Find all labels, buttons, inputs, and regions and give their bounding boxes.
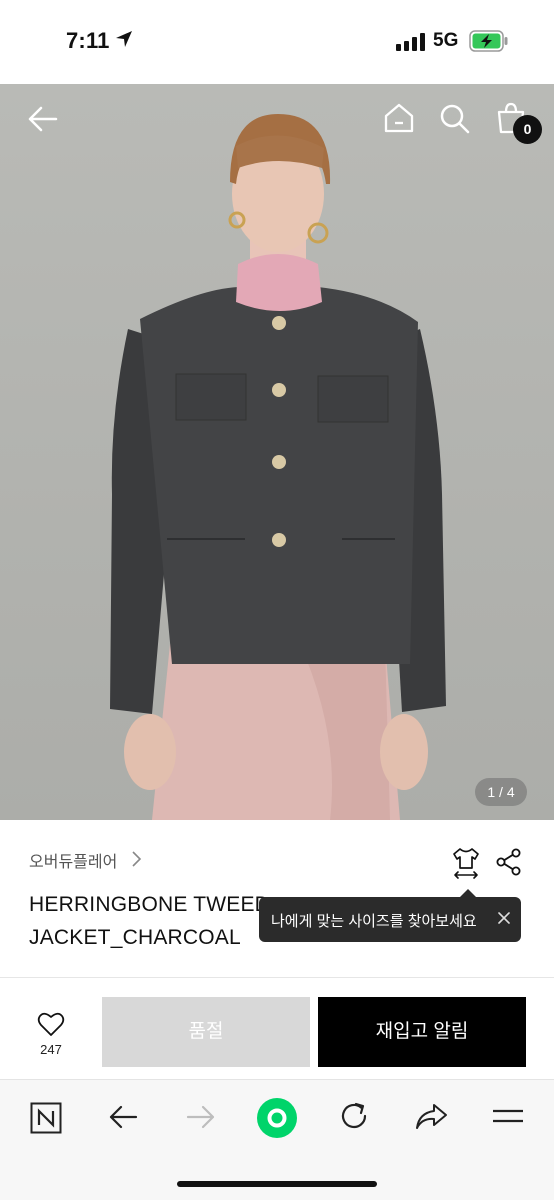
close-icon[interactable] <box>497 911 511 925</box>
product-title: HERRINGBONE TWEED JACKET_CHARCOAL <box>29 888 270 954</box>
tooltip-text: 나에게 맞는 사이즈를 찾아보세요 <box>271 913 477 930</box>
status-bar: 7:11 5G <box>0 0 554 84</box>
heart-icon <box>37 1012 65 1036</box>
product-image[interactable] <box>0 84 554 820</box>
green-dot-icon[interactable] <box>256 1097 298 1139</box>
restock-alert-button[interactable]: 재입고 알림 <box>318 997 526 1067</box>
back-arrow-icon[interactable] <box>26 104 58 134</box>
share-forward-icon[interactable] <box>414 1102 448 1132</box>
size-guide-icon[interactable] <box>451 846 481 880</box>
forward-icon[interactable] <box>186 1103 216 1131</box>
back-icon[interactable] <box>108 1103 138 1131</box>
like-button[interactable]: 247 <box>22 1008 80 1064</box>
signal-icon <box>396 33 425 51</box>
search-icon[interactable] <box>439 103 471 135</box>
soldout-button: 품절 <box>102 997 310 1067</box>
like-count: 247 <box>40 1042 62 1057</box>
product-photo <box>110 114 446 820</box>
image-counter: 1 / 4 <box>475 778 527 806</box>
share-icon[interactable] <box>495 848 523 876</box>
reload-icon[interactable] <box>338 1100 370 1132</box>
battery-charging-icon <box>469 30 508 52</box>
product-title-line2: JACKET_CHARCOAL <box>29 926 241 949</box>
brand-link[interactable]: 오버듀플레어 <box>29 848 117 872</box>
cart-count-badge[interactable]: 0 <box>513 115 542 144</box>
menu-icon[interactable] <box>492 1107 524 1127</box>
naver-n-icon[interactable] <box>30 1102 62 1134</box>
divider <box>0 977 554 978</box>
location-arrow-icon <box>116 31 132 47</box>
home-indicator[interactable] <box>177 1181 377 1187</box>
home-icon[interactable] <box>383 102 415 134</box>
size-tooltip: 나에게 맞는 사이즈를 찾아보세요 <box>259 897 521 942</box>
status-time: 7:11 <box>66 28 110 53</box>
chevron-right-icon[interactable] <box>130 850 142 868</box>
product-title-line1: HERRINGBONE TWEED <box>29 893 271 916</box>
network-type: 5G <box>433 30 459 51</box>
